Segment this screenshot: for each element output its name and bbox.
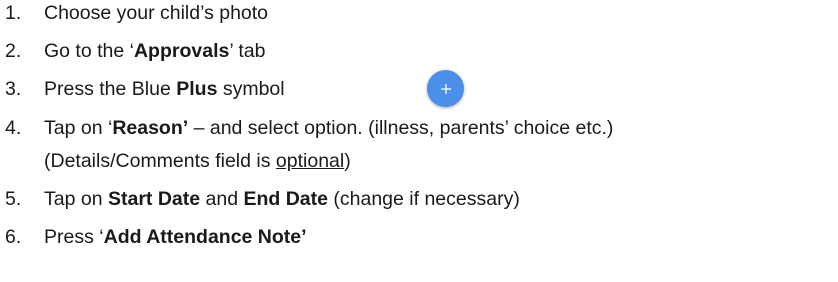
step-text-plain: (change if necessary) bbox=[327, 188, 520, 210]
step-text-plain: (Details/Comments field is bbox=[44, 150, 276, 172]
step-number: 2. bbox=[5, 40, 22, 62]
step-number: 1. bbox=[5, 2, 22, 24]
step-number: 6. bbox=[5, 226, 22, 248]
field-name-reason: Reason’ bbox=[112, 117, 189, 139]
step-number: 5. bbox=[5, 188, 22, 210]
field-name-end-date: End Date bbox=[243, 188, 328, 210]
step-text: Tap on Start Date and End Date (change i… bbox=[44, 188, 520, 211]
step-number: 4. bbox=[5, 117, 22, 139]
step-text-plain: ’ tab bbox=[229, 40, 266, 62]
tab-name-approvals: Approvals bbox=[133, 40, 230, 62]
step-text: Press the Blue Plus symbol bbox=[44, 78, 285, 101]
optional-emphasis: optional bbox=[275, 150, 345, 172]
blue-plus-button[interactable] bbox=[427, 70, 464, 107]
step-text-plain: and bbox=[200, 188, 244, 210]
plus-icon bbox=[440, 83, 451, 94]
step-4-continuation: (Details/Comments field is optional) bbox=[44, 150, 351, 173]
step-text-plain: symbol bbox=[217, 78, 285, 100]
step-text-plain: Press ‘ bbox=[44, 226, 104, 248]
step-text-plain: Press the Blue bbox=[44, 78, 177, 100]
field-name-start-date: Start Date bbox=[107, 188, 201, 210]
step-text-plain: Tap on ‘ bbox=[44, 117, 113, 139]
step-text-plain: Go to the ‘ bbox=[44, 40, 134, 62]
step-text: Tap on ‘Reason’ – and select option. (il… bbox=[44, 117, 613, 140]
button-name-add-attendance-note: Add Attendance Note’ bbox=[103, 226, 307, 248]
step-text-plain: Tap on bbox=[44, 188, 108, 210]
step-text: Press ‘Add Attendance Note’ bbox=[44, 226, 307, 249]
step-number: 3. bbox=[5, 78, 22, 100]
symbol-name-plus: Plus bbox=[176, 78, 218, 100]
step-text-plain: – and select option. (illness, parents’ … bbox=[188, 117, 614, 139]
step-text-plain: ) bbox=[344, 150, 351, 172]
step-text: Go to the ‘Approvals’ tab bbox=[44, 40, 265, 63]
step-text: Choose your child’s photo bbox=[44, 2, 269, 24]
